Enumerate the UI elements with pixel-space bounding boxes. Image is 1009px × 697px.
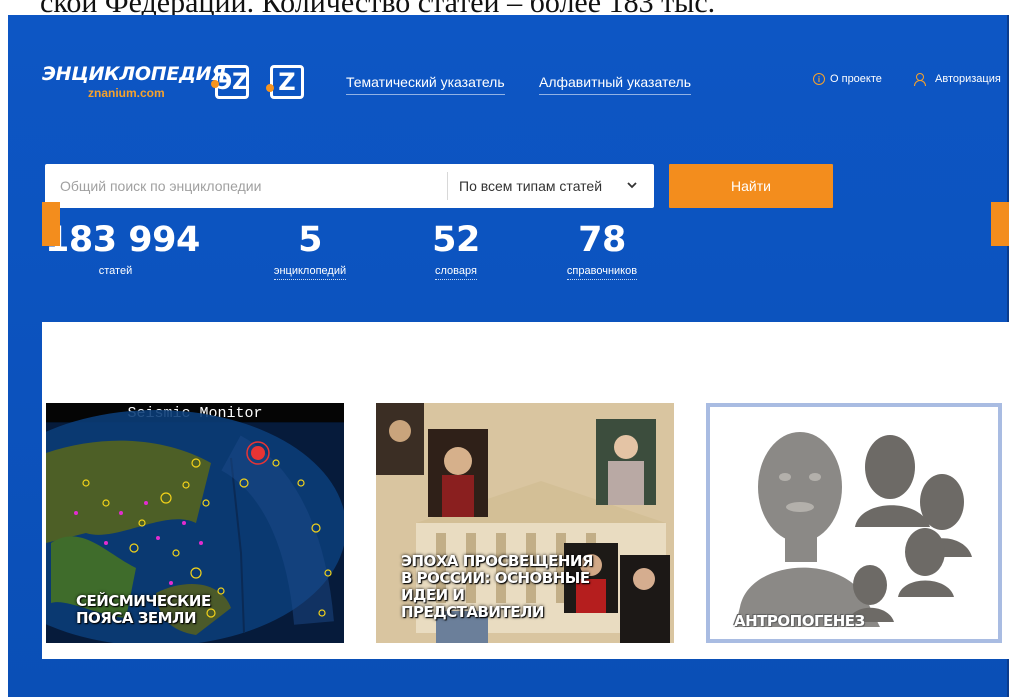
info-icon: i — [813, 73, 825, 85]
stat-reference-books-number: 78 — [578, 220, 626, 260]
search-bar: По всем типам статей — [45, 164, 654, 208]
encyclopedia-page: ЭНЦИКЛОПЕДИЯ znanium.com ЭZ Z Тематическ… — [8, 15, 1009, 697]
card-label-anthropogenesis: АНТРОПОГЕНЕЗ — [734, 612, 865, 630]
document-text-fragment: ской Федерации. Количество статей – боле… — [40, 0, 1009, 16]
z-logo-icon: Z — [266, 65, 304, 99]
card-label-enlightenment: ЭПОХА ПРОСВЕЩЕНИЯ В РОССИИ: ОСНОВНЫЕ ИДЕ… — [401, 552, 594, 621]
stat-dictionaries[interactable]: 52 словаря — [423, 221, 489, 280]
article-type-select[interactable]: По всем типам статей — [447, 172, 654, 200]
search-button[interactable]: Найти — [669, 164, 833, 208]
login-link[interactable]: Авторизация — [914, 73, 1001, 86]
logo-domain: znanium.com — [88, 86, 165, 100]
featured-carousel: Seismic Monitor — [42, 322, 1009, 659]
card-label-seismic: СЕЙСМИЧЕСКИЕ ПОЯСА ЗЕМЛИ — [76, 592, 211, 627]
carousel-prev-button[interactable] — [42, 202, 60, 246]
login-link-label: Авторизация — [935, 73, 1001, 85]
stat-reference-books-label[interactable]: справочников — [566, 265, 638, 280]
stat-encyclopedias-label[interactable]: энциклопедий — [273, 265, 347, 280]
about-link[interactable]: i О проекте — [813, 73, 882, 85]
nav-link-topics[interactable]: Тематический указатель — [346, 74, 505, 95]
ez-logo-icon: ЭZ — [211, 65, 249, 99]
stat-encyclopedias-number: 5 — [298, 220, 322, 260]
carousel-next-button[interactable] — [991, 202, 1009, 246]
stat-articles: 183 994 статей — [45, 220, 200, 279]
carousel-card-seismic[interactable]: Seismic Monitor — [46, 403, 344, 643]
carousel-card-anthropogenesis[interactable]: АНТРОПОГЕНЕЗ — [706, 403, 1002, 643]
stat-dictionaries-number: 52 — [432, 220, 480, 260]
chevron-down-icon — [627, 182, 637, 189]
about-link-label: О проекте — [830, 73, 882, 85]
user-icon — [914, 73, 930, 86]
stat-dictionaries-label[interactable]: словаря — [435, 265, 477, 280]
logo-wordmark: ЭНЦИКЛОПЕДИЯ — [42, 63, 226, 85]
nav-link-alphabetical[interactable]: Алфавитный указатель — [539, 74, 691, 95]
stat-reference-books[interactable]: 78 справочников — [552, 221, 652, 280]
anthropogenesis-busts-image — [710, 407, 998, 639]
stat-articles-number: 183 994 — [45, 220, 200, 260]
carousel-card-enlightenment[interactable]: ЭПОХА ПРОСВЕЩЕНИЯ В РОССИИ: ОСНОВНЫЕ ИДЕ… — [376, 403, 674, 643]
site-logo[interactable]: ЭНЦИКЛОПЕДИЯ znanium.com ЭZ Z — [42, 63, 304, 113]
stat-encyclopedias[interactable]: 5 энциклопедий — [264, 221, 356, 280]
article-type-value: По всем типам статей — [459, 178, 603, 194]
search-input[interactable] — [45, 164, 447, 208]
stat-articles-label: статей — [98, 265, 133, 277]
